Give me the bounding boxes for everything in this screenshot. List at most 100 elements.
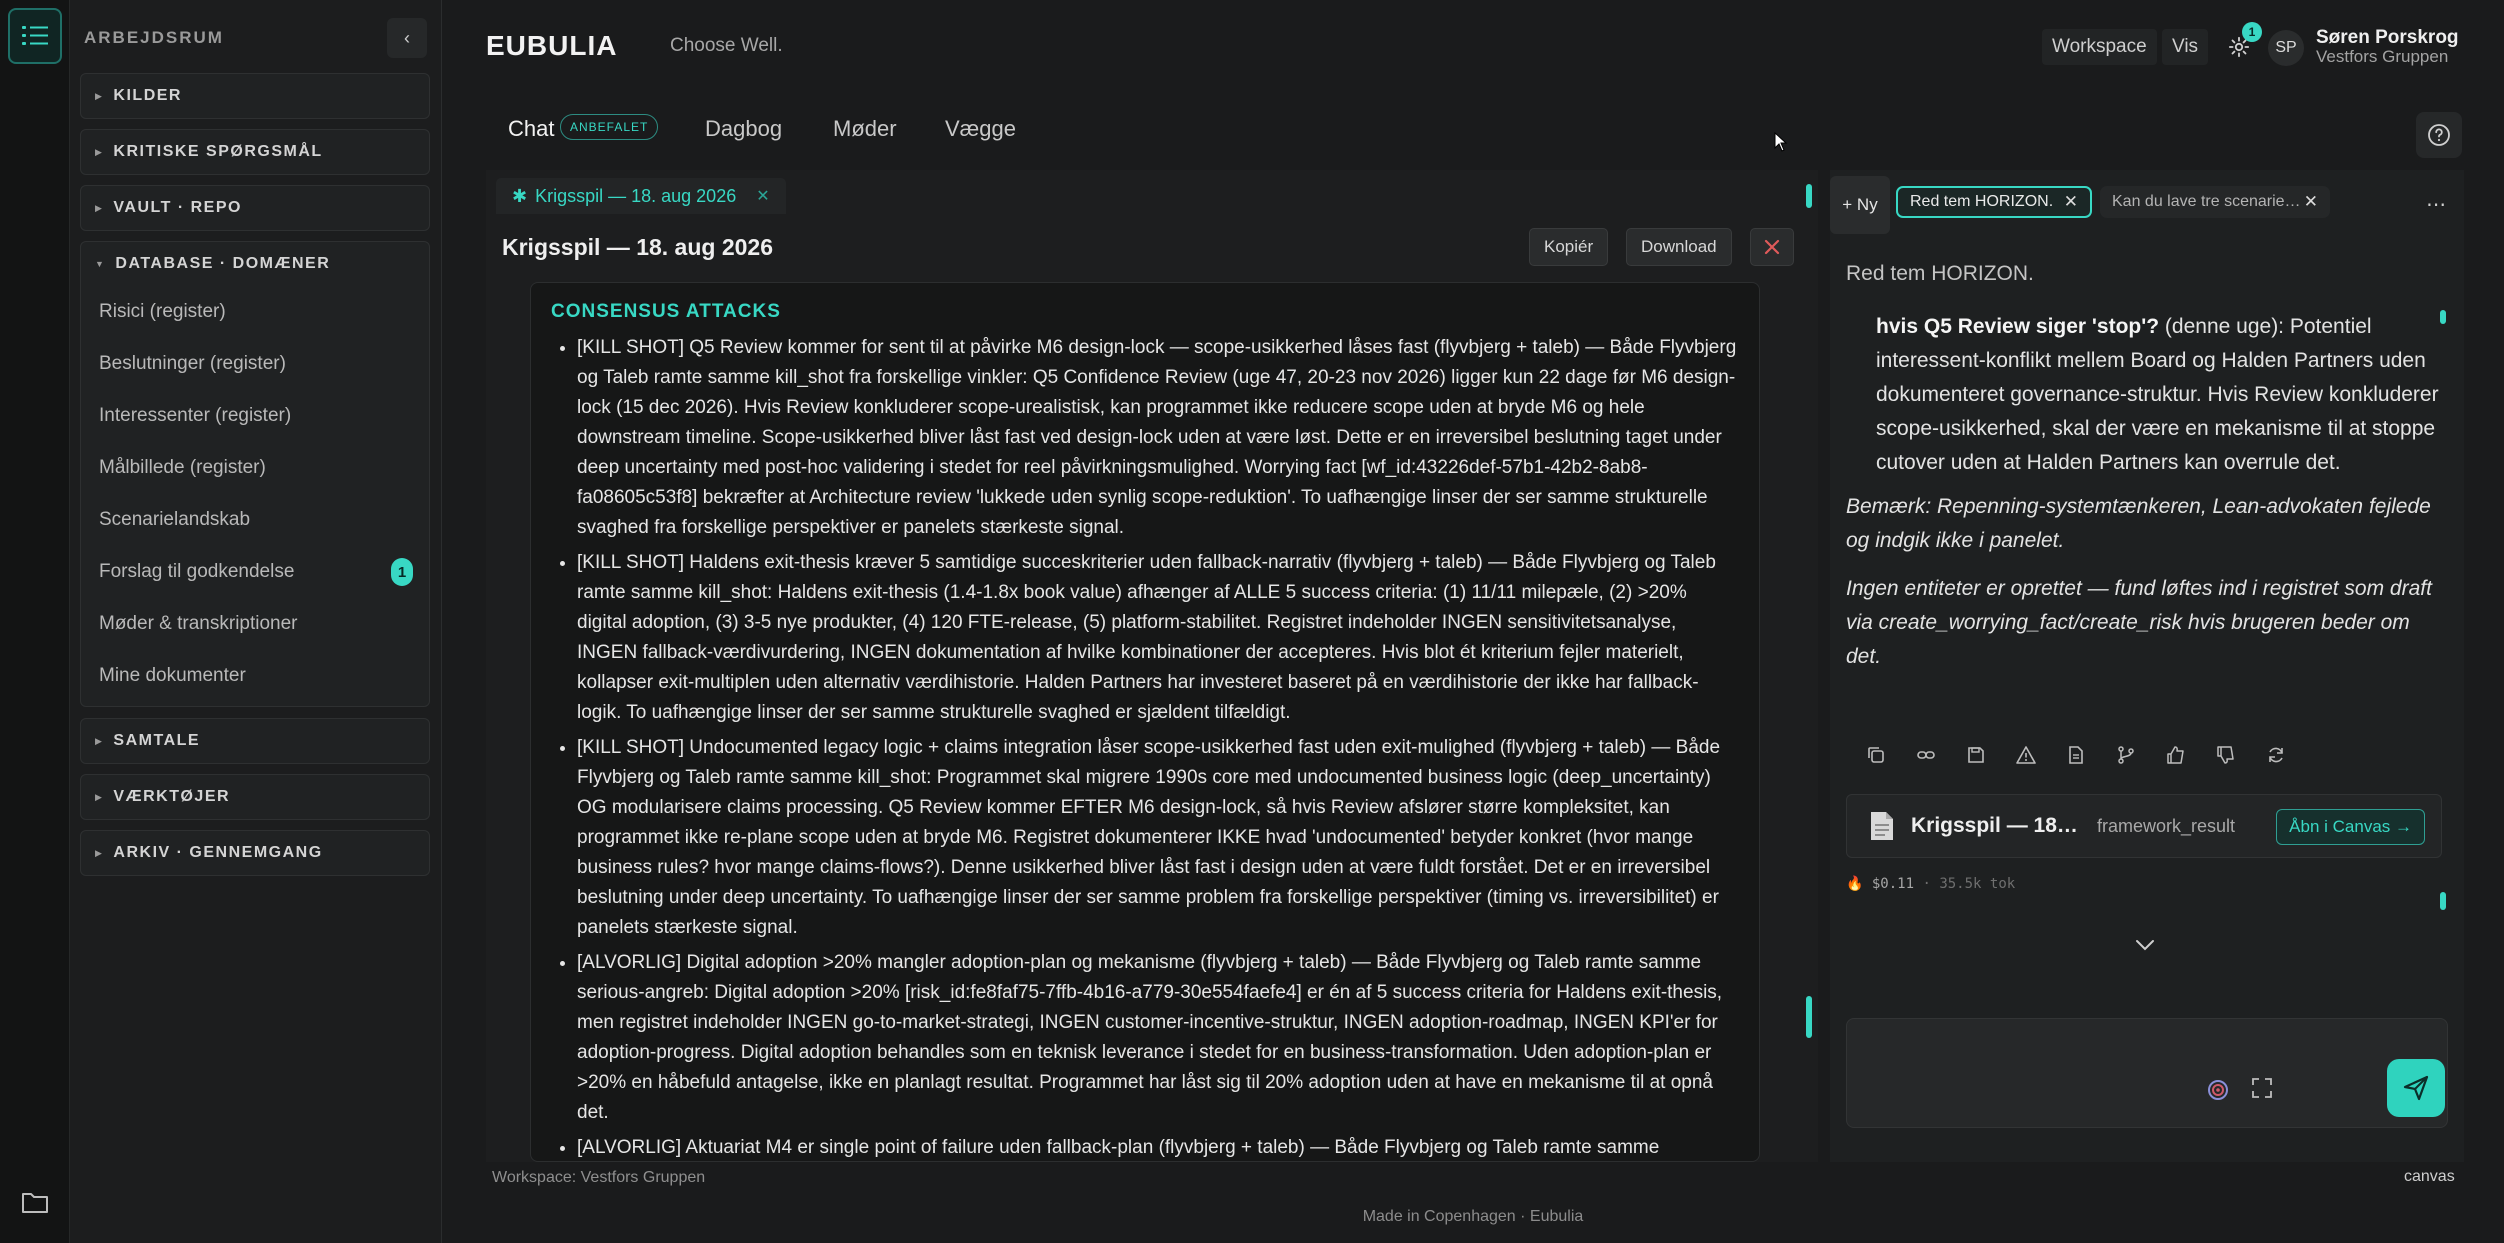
count-badge: 1 (391, 558, 413, 586)
sidebar-item-label: Interessenter (register) (99, 405, 292, 426)
chat-tab[interactable]: Kan du lave tre scenarier ... ✕ (2100, 186, 2330, 218)
chat-tab-active[interactable]: Red tem HORIZON. ✕ (1896, 186, 2092, 218)
brand-logo[interactable]: EUBULIA (486, 30, 617, 62)
user-org: Vestfors Gruppen (2316, 47, 2449, 66)
section-label: KILDER (113, 87, 182, 104)
expand-button[interactable] (2245, 1071, 2279, 1105)
artifact-type: framework_result (2097, 815, 2236, 836)
section-samtale[interactable]: ▶ SAMTALE (80, 718, 430, 764)
message-actions (1860, 740, 2292, 770)
help-button[interactable] (2416, 112, 2462, 158)
section-kilder[interactable]: ▶ KILDER (80, 73, 430, 119)
chat-scroll-thumb-bottom[interactable] (2440, 892, 2446, 910)
section-vault-repo[interactable]: ▶ VAULT · REPO (80, 185, 430, 231)
artifact-card[interactable]: Krigsspil — 18. aug 2026 framework_resul… (1846, 794, 2442, 858)
more-options-icon[interactable]: ⋯ (2426, 192, 2446, 217)
section-header[interactable]: ▶ KRITISKE SPØRGSMÅL (81, 130, 429, 174)
recommended-badge: ANBEFALET (560, 114, 659, 140)
sidebar-item-mine-dokumenter[interactable]: Mine dokumenter (81, 650, 429, 702)
folder-button[interactable] (18, 1187, 52, 1217)
caret-right-icon: ▶ (95, 202, 104, 213)
chat-tab-label: Kan du lave tre scenarier ... (2112, 193, 2302, 210)
sidebar-item-scenarielandskab[interactable]: Scenarielandskab (81, 494, 429, 546)
sidebar-item-risici[interactable]: Risici (register) (81, 286, 429, 338)
message-note: Bemærk: Repenning-systemtænkeren, Lean-a… (1846, 495, 2431, 552)
section-header[interactable]: ▶ ARKIV · GENNEMGANG (81, 831, 429, 875)
scroll-thumb[interactable] (1806, 996, 1812, 1038)
sidebar-item-moeder[interactable]: Møder & transkriptioner (81, 598, 429, 650)
warning-button[interactable] (2010, 740, 2042, 770)
section-header[interactable]: ▶ VAULT · REPO (81, 186, 429, 230)
thumbs-down-button[interactable] (2210, 740, 2242, 770)
new-chat-button[interactable]: + Ny (1830, 176, 1890, 234)
caret-right-icon: ▶ (95, 90, 104, 101)
close-icon[interactable]: ✕ (2304, 192, 2318, 212)
sidebar-toggle-button[interactable] (8, 8, 62, 64)
send-button[interactable] (2387, 1059, 2445, 1117)
sidebar-item-forslag[interactable]: Forslag til godkendelse 1 (81, 546, 429, 598)
sidebar-item-label: Forslag til godkendelse (99, 561, 295, 582)
target-button[interactable] (2201, 1073, 2235, 1107)
copy-icon (1868, 747, 1884, 763)
section-arkiv-gennemgang[interactable]: ▶ ARKIV · GENNEMGANG (80, 830, 430, 876)
workspace-button[interactable]: Workspace (2042, 29, 2157, 65)
document-scrollbar[interactable] (1806, 176, 1812, 1156)
close-icon (1764, 239, 1780, 255)
document-tab[interactable]: ✱ Krigsspil — 18. aug 2026 ✕ (496, 178, 786, 214)
section-vaerktoejer[interactable]: ▶ VÆRKTØJER (80, 774, 430, 820)
thumbs-up-icon (2167, 746, 2184, 764)
cost-value: $0.11 (1871, 876, 1915, 892)
chat-scroll-thumb[interactable] (2440, 310, 2446, 324)
close-document-button[interactable] (1750, 228, 1794, 266)
scroll-down-button[interactable] (2130, 930, 2160, 960)
message-bold: hvis Q5 Review siger 'stop'? (1876, 315, 2160, 338)
made-in-footer: Made in Copenhagen · Eubulia (1362, 1208, 1584, 1225)
chat-scrollbar[interactable] (2440, 310, 2446, 910)
close-tab-icon[interactable]: ✕ (756, 186, 769, 206)
section-label: VAULT · REPO (113, 199, 242, 216)
message-input[interactable] (1863, 1033, 2213, 1113)
section-header[interactable]: ▶ KILDER (81, 74, 429, 118)
list-item: [ALVORLIG] Aktuariat M4 er single point … (577, 1133, 1739, 1161)
sidebar-item-interessenter[interactable]: Interessenter (register) (81, 390, 429, 442)
section-header[interactable]: ▼ DATABASE · DOMÆNER (81, 242, 429, 286)
copy-message-button[interactable] (1860, 740, 1892, 770)
thumbs-up-button[interactable] (2160, 740, 2192, 770)
list-item: [ALVORLIG] Digital adoption >20% mangler… (577, 948, 1739, 1128)
tab-moeder[interactable]: Møder (833, 116, 897, 142)
tab-dagbog[interactable]: Dagbog (705, 116, 782, 142)
sidebar-item-beslutninger[interactable]: Beslutninger (register) (81, 338, 429, 390)
link-button[interactable] (1910, 740, 1942, 770)
tab-chat[interactable]: Chat (508, 116, 554, 142)
avatar[interactable]: SP (2268, 30, 2304, 66)
left-rail (0, 0, 70, 1243)
section-label: ARKIV · GENNEMGANG (113, 844, 323, 861)
sidebar-title: ARBEJDSRUM (84, 28, 224, 47)
document-button[interactable] (2060, 740, 2092, 770)
section-header[interactable]: ▶ VÆRKTØJER (81, 775, 429, 819)
regenerate-button[interactable] (2260, 740, 2292, 770)
collapse-sidebar-button[interactable]: ‹ (387, 18, 427, 58)
chat-tab-label: Red tem HORIZON. (1910, 193, 2054, 210)
section-header[interactable]: ▶ SAMTALE (81, 719, 429, 763)
section-kritiske-spoergsmaal[interactable]: ▶ KRITISKE SPØRGSMÅL (80, 129, 430, 175)
target-icon (2208, 1080, 2228, 1100)
view-button[interactable]: Vis (2162, 29, 2209, 65)
list-item: [KILL SHOT] Haldens exit-thesis kræver 5… (577, 548, 1739, 728)
usage-meta: 🔥 $0.11 · 35.5k tok (1846, 876, 2015, 892)
link-icon (1917, 751, 1935, 759)
tab-vaegge[interactable]: Vægge (945, 116, 1016, 142)
scroll-thumb-top[interactable] (1806, 184, 1812, 208)
open-in-canvas-button[interactable]: Åbn i Canvas → (2276, 809, 2425, 845)
close-icon[interactable]: ✕ (2064, 192, 2078, 212)
save-button[interactable] (1960, 740, 1992, 770)
folder-icon (22, 1193, 48, 1213)
top-header: EUBULIA Choose Well. Workspace Vis 1 SP … (442, 0, 2504, 96)
download-button[interactable]: Download (1626, 228, 1732, 266)
copy-button[interactable]: Kopiér (1529, 228, 1609, 266)
expand-icon (2252, 1078, 2272, 1098)
branch-button[interactable] (2110, 740, 2142, 770)
sidebar-item-maalbillede[interactable]: Målbillede (register) (81, 442, 429, 494)
canvas-document-panel: ✱ Krigsspil — 18. aug 2026 ✕ Krigsspil —… (486, 170, 1818, 1162)
workspace-sidebar: ARBEJDSRUM ‹ ▶ KILDER ▶ KRITISKE SPØRGSMÅL… (70, 0, 442, 1243)
